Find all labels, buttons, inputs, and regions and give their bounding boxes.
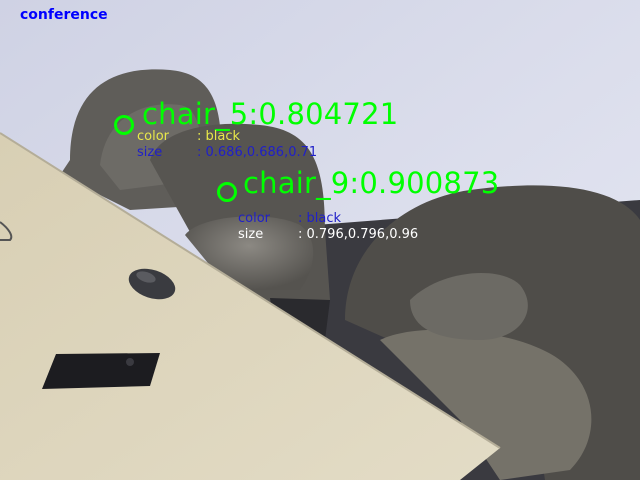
detection-color-key-chair-9: color — [238, 211, 271, 226]
detection-size-key-chair-5: size — [137, 145, 163, 160]
detection-color-value-chair-5: : black — [197, 129, 241, 144]
detection-title-chair-9: chair_9:0.900873 — [243, 166, 500, 200]
mobile-phone — [42, 353, 160, 389]
detection-size-value-chair-5: : 0.686,0.686,0.71 — [197, 145, 318, 160]
detection-marker-chair-5 — [114, 115, 134, 135]
scene-label: conference — [20, 7, 108, 23]
detection-color-value-chair-9: : black — [298, 211, 342, 226]
detection-size-key-chair-9: size — [238, 227, 264, 242]
detection-color-key-chair-5: color — [137, 129, 170, 144]
detection-marker-chair-9 — [217, 182, 237, 202]
phone-camera — [126, 358, 134, 366]
detection-size-value-chair-9: : 0.796,0.796,0.96 — [298, 227, 419, 242]
camera-frame: conference chair_5:0.804721 color : blac… — [0, 0, 640, 480]
detection-title-chair-5: chair_5:0.804721 — [142, 97, 399, 131]
